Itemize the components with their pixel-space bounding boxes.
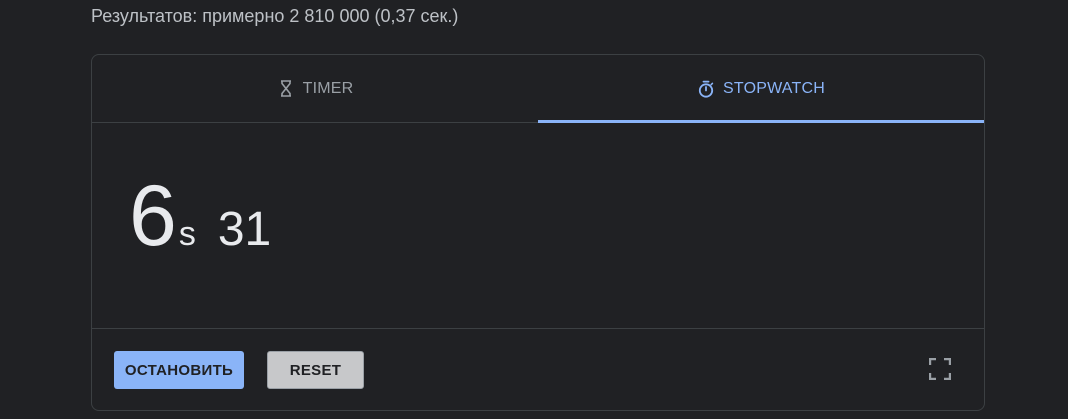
stop-button[interactable]: ОСТАНОВИТЬ (114, 351, 244, 389)
stopwatch-icon (697, 80, 715, 98)
divider (92, 328, 984, 329)
tab-bar: TIMER STOPWATCH (92, 55, 984, 123)
hundredths-value: 31 (217, 203, 272, 256)
hourglass-icon (277, 80, 295, 98)
fullscreen-icon[interactable] (926, 355, 954, 383)
tab-stopwatch-label: STOPWATCH (723, 79, 825, 97)
tab-timer-label: TIMER (302, 79, 354, 97)
stopwatch-card: TIMER STOPWATCH 6s 31 ОСТАНОВИТЬ RESET (91, 54, 985, 411)
seconds-value: 6 (129, 168, 177, 264)
tab-timer[interactable]: TIMER (92, 55, 538, 122)
results-stats: Результатов: примерно 2 810 000 (0,37 се… (91, 6, 459, 26)
tab-stopwatch[interactable]: STOPWATCH (538, 55, 984, 123)
seconds-unit: s (178, 215, 196, 253)
reset-button[interactable]: RESET (267, 351, 364, 389)
stopwatch-display: 6s 31 (129, 173, 271, 259)
